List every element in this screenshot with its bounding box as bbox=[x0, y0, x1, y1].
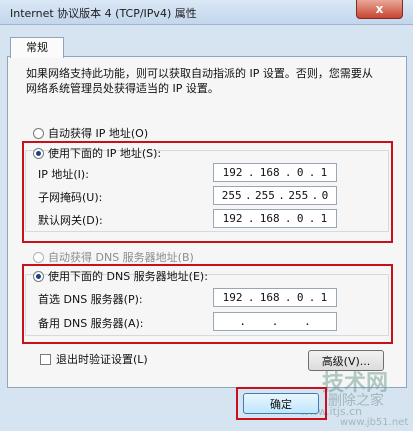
close-button[interactable]: x bbox=[356, 0, 403, 19]
preferred-dns-label: 首选 DNS 服务器(P): bbox=[38, 293, 143, 306]
checkbox-icon bbox=[40, 353, 51, 365]
dialog-window: Internet 协议版本 4 (TCP/IPv4) 属性 x 常规 如果网络支… bbox=[0, 0, 413, 431]
octet: 168 bbox=[259, 291, 280, 304]
octet: 1 bbox=[320, 212, 328, 225]
auto-dns-label: 自动获得 DNS 服务器地址(B) bbox=[48, 251, 194, 264]
octet: 255 bbox=[221, 189, 242, 202]
alternate-dns-label: 备用 DNS 服务器(A): bbox=[38, 317, 144, 330]
subnet-mask-label: 子网掩码(U): bbox=[38, 191, 103, 204]
octet: 0 bbox=[296, 166, 304, 179]
octet: 192 bbox=[222, 166, 243, 179]
preferred-dns-input[interactable]: 192. 168. 0. 1 bbox=[213, 288, 337, 307]
watermark-url-2: www.jb51.net bbox=[340, 417, 409, 428]
octet: 192 bbox=[222, 291, 243, 304]
radio-icon bbox=[33, 251, 44, 263]
radio-selected-icon bbox=[33, 147, 44, 159]
ip-address-input[interactable]: 192. 168. 0. 1 bbox=[213, 163, 337, 182]
radio-icon bbox=[33, 127, 44, 139]
manual-ip-radio[interactable]: 使用下面的 IP 地址(S): bbox=[33, 145, 161, 161]
octet: 168 bbox=[259, 166, 280, 179]
octet: 1 bbox=[320, 166, 328, 179]
title-bar[interactable]: Internet 协议版本 4 (TCP/IPv4) 属性 x bbox=[0, 0, 413, 25]
octet: 0 bbox=[296, 212, 304, 225]
octet: 255 bbox=[288, 189, 309, 202]
ip-address-label: IP 地址(I): bbox=[38, 168, 89, 181]
auto-ip-label: 自动获得 IP 地址(O) bbox=[48, 127, 149, 140]
default-gateway-label: 默认网关(D): bbox=[38, 214, 103, 227]
ok-highlight-box bbox=[236, 387, 327, 420]
auto-dns-radio[interactable]: 自动获得 DNS 服务器地址(B) bbox=[33, 249, 194, 265]
window-title: Internet 协议版本 4 (TCP/IPv4) 属性 bbox=[10, 7, 197, 20]
tab-general[interactable]: 常规 bbox=[10, 37, 64, 58]
auto-ip-radio[interactable]: 自动获得 IP 地址(O) bbox=[33, 125, 148, 141]
octet: 168 bbox=[259, 212, 280, 225]
octet: 0 bbox=[321, 189, 329, 202]
validate-label: 退出时验证设置(L) bbox=[56, 353, 148, 366]
radio-selected-icon bbox=[33, 270, 44, 282]
description-text: 如果网络支持此功能，则可以获取自动指派的 IP 设置。否则，您需要从网络系统管理… bbox=[26, 67, 373, 95]
validate-checkbox[interactable]: 退出时验证设置(L) bbox=[40, 351, 148, 367]
subnet-mask-input[interactable]: 255. 255. 255. 0 bbox=[213, 186, 337, 205]
manual-ip-label: 使用下面的 IP 地址(S): bbox=[48, 147, 162, 160]
octet: 1 bbox=[320, 291, 328, 304]
octet: 192 bbox=[222, 212, 243, 225]
octet: 0 bbox=[296, 291, 304, 304]
octet: 255 bbox=[255, 189, 275, 202]
manual-dns-label: 使用下面的 DNS 服务器地址(E): bbox=[48, 270, 208, 283]
alternate-dns-input[interactable]: . . . bbox=[213, 312, 337, 331]
default-gateway-input[interactable]: 192. 168. 0. 1 bbox=[213, 209, 337, 228]
manual-dns-radio[interactable]: 使用下面的 DNS 服务器地址(E): bbox=[33, 268, 208, 284]
